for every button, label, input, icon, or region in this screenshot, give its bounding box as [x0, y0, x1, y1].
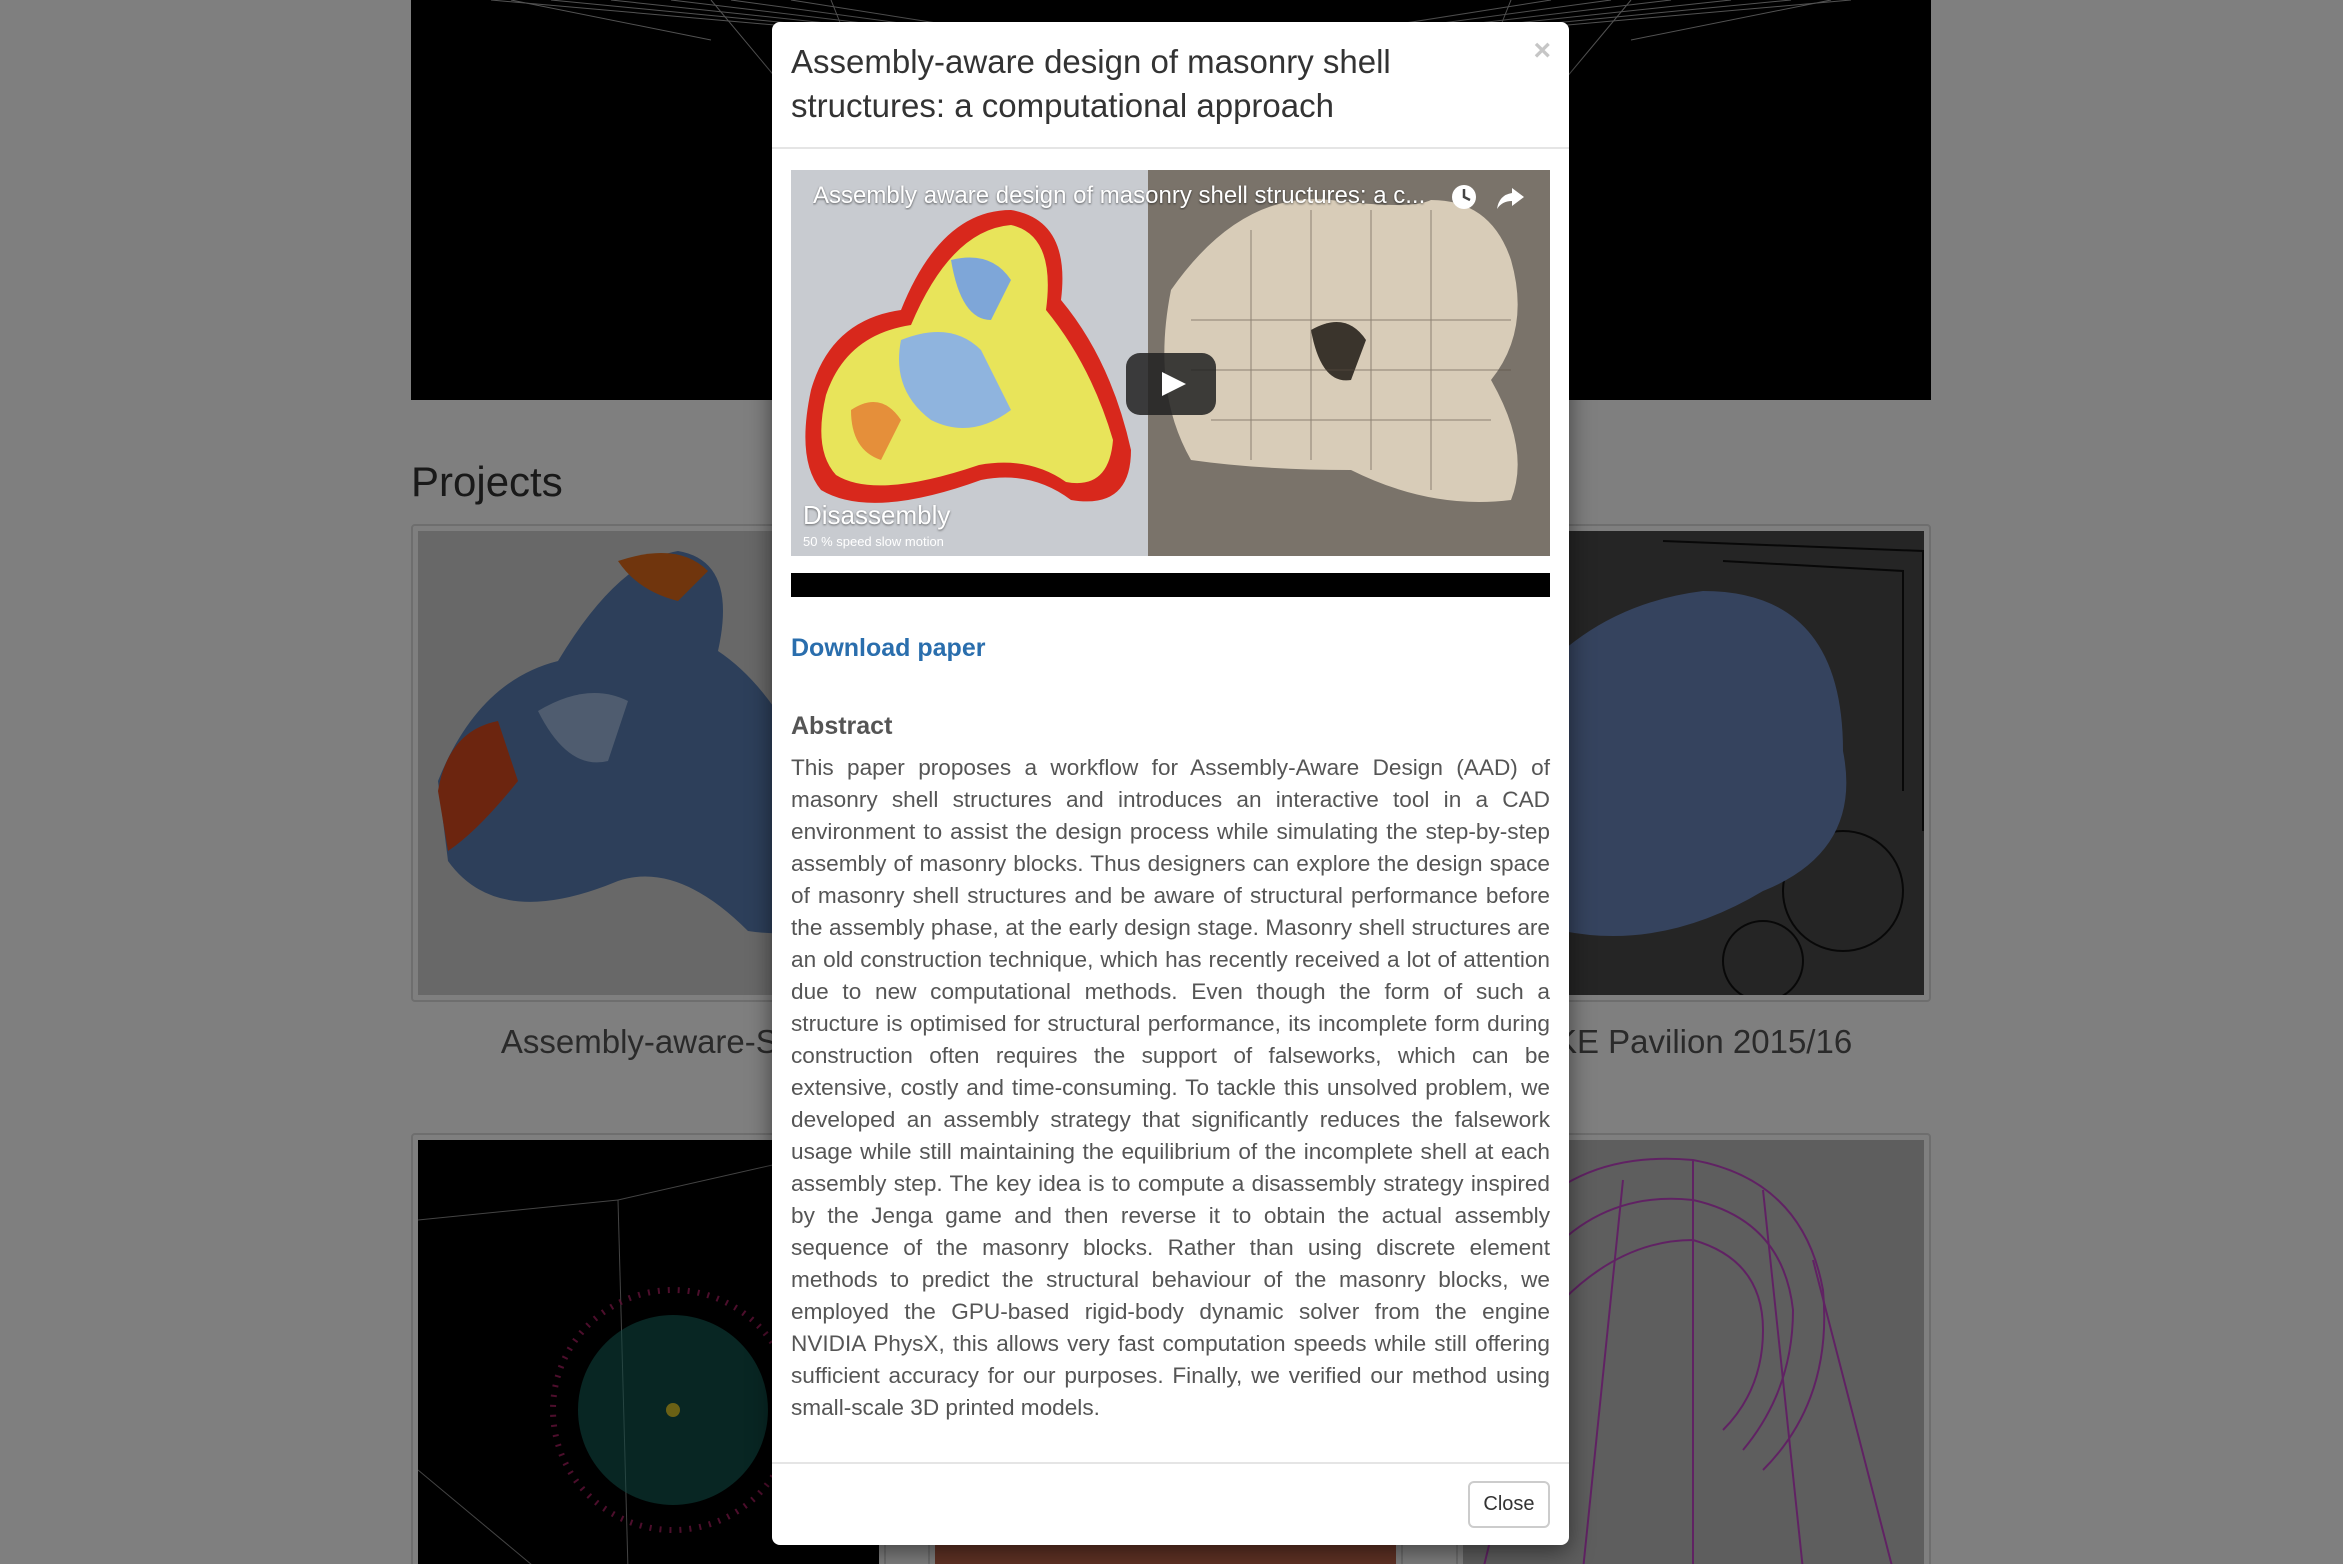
play-icon[interactable] [1126, 353, 1216, 415]
video-title[interactable]: Assembly aware design of masonry shell s… [813, 182, 1433, 210]
modal-header: Assembly-aware design of masonry shell s… [772, 22, 1569, 149]
modal-footer: Close [772, 1462, 1569, 1545]
clock-icon[interactable] [1449, 182, 1479, 212]
close-button[interactable]: Close [1468, 1481, 1550, 1528]
download-paper-link[interactable]: Download paper [791, 634, 985, 663]
abstract-heading: Abstract [791, 712, 893, 740]
video-letterbox-bar [791, 573, 1550, 597]
close-icon[interactable]: × [1533, 36, 1551, 66]
video-overlay-sublabel: 50 % speed slow motion [803, 534, 944, 549]
abstract-text: This paper proposes a workflow for Assem… [791, 755, 1550, 1420]
share-icon[interactable] [1494, 182, 1526, 212]
video-player[interactable]: Assembly aware design of masonry shell s… [791, 170, 1550, 556]
modal-title: Assembly-aware design of masonry shell s… [791, 43, 1391, 124]
video-overlay-label: Disassembly [803, 500, 951, 530]
paper-modal: Assembly-aware design of masonry shell s… [772, 22, 1569, 1545]
